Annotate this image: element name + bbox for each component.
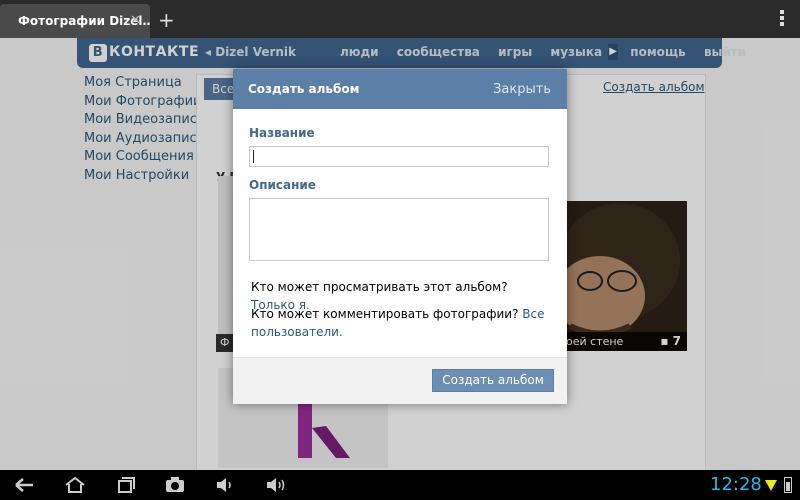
dialog-title: Создать альбом <box>248 82 360 96</box>
dialog-close-button[interactable]: Закрыть <box>493 82 551 97</box>
dialog-header: Создать альбом Закрыть <box>233 69 567 109</box>
album-description-textarea[interactable] <box>249 198 549 261</box>
dialog-footer: Создать альбом <box>233 357 567 404</box>
system-navigation-bar: 12:28 <box>0 470 800 500</box>
volume-down-icon[interactable] <box>214 475 234 495</box>
comment-privacy-row: Кто может комментировать фотографии? Все… <box>251 307 545 339</box>
album-name-input[interactable] <box>249 146 549 167</box>
system-clock: 12:28 <box>710 474 762 495</box>
browser-tab-bar: Фотографии Dizel… ✕ + <box>0 0 800 38</box>
text-cursor <box>253 150 254 163</box>
album-name-label: Название <box>249 126 315 140</box>
recent-apps-icon[interactable] <box>116 475 136 495</box>
overflow-menu-icon[interactable] <box>780 10 784 26</box>
back-icon[interactable] <box>12 475 36 495</box>
camera-icon[interactable] <box>164 475 186 495</box>
battery-icon <box>784 477 792 493</box>
create-album-button[interactable]: Создать альбом <box>432 369 554 392</box>
web-page: В КОНТАКТЕ ◂ Dizel Vernik люди сообщества… <box>0 38 800 470</box>
volume-up-icon[interactable] <box>264 475 288 495</box>
home-icon[interactable] <box>64 475 86 495</box>
create-album-dialog: Создать альбом Закрыть Название Описание… <box>233 69 567 404</box>
browser-tab[interactable]: Фотографии Dizel… <box>0 4 150 38</box>
close-tab-icon[interactable]: ✕ <box>130 13 141 28</box>
new-tab-icon[interactable]: + <box>158 8 175 32</box>
signal-icon <box>765 480 777 491</box>
album-description-label: Описание <box>249 178 316 192</box>
